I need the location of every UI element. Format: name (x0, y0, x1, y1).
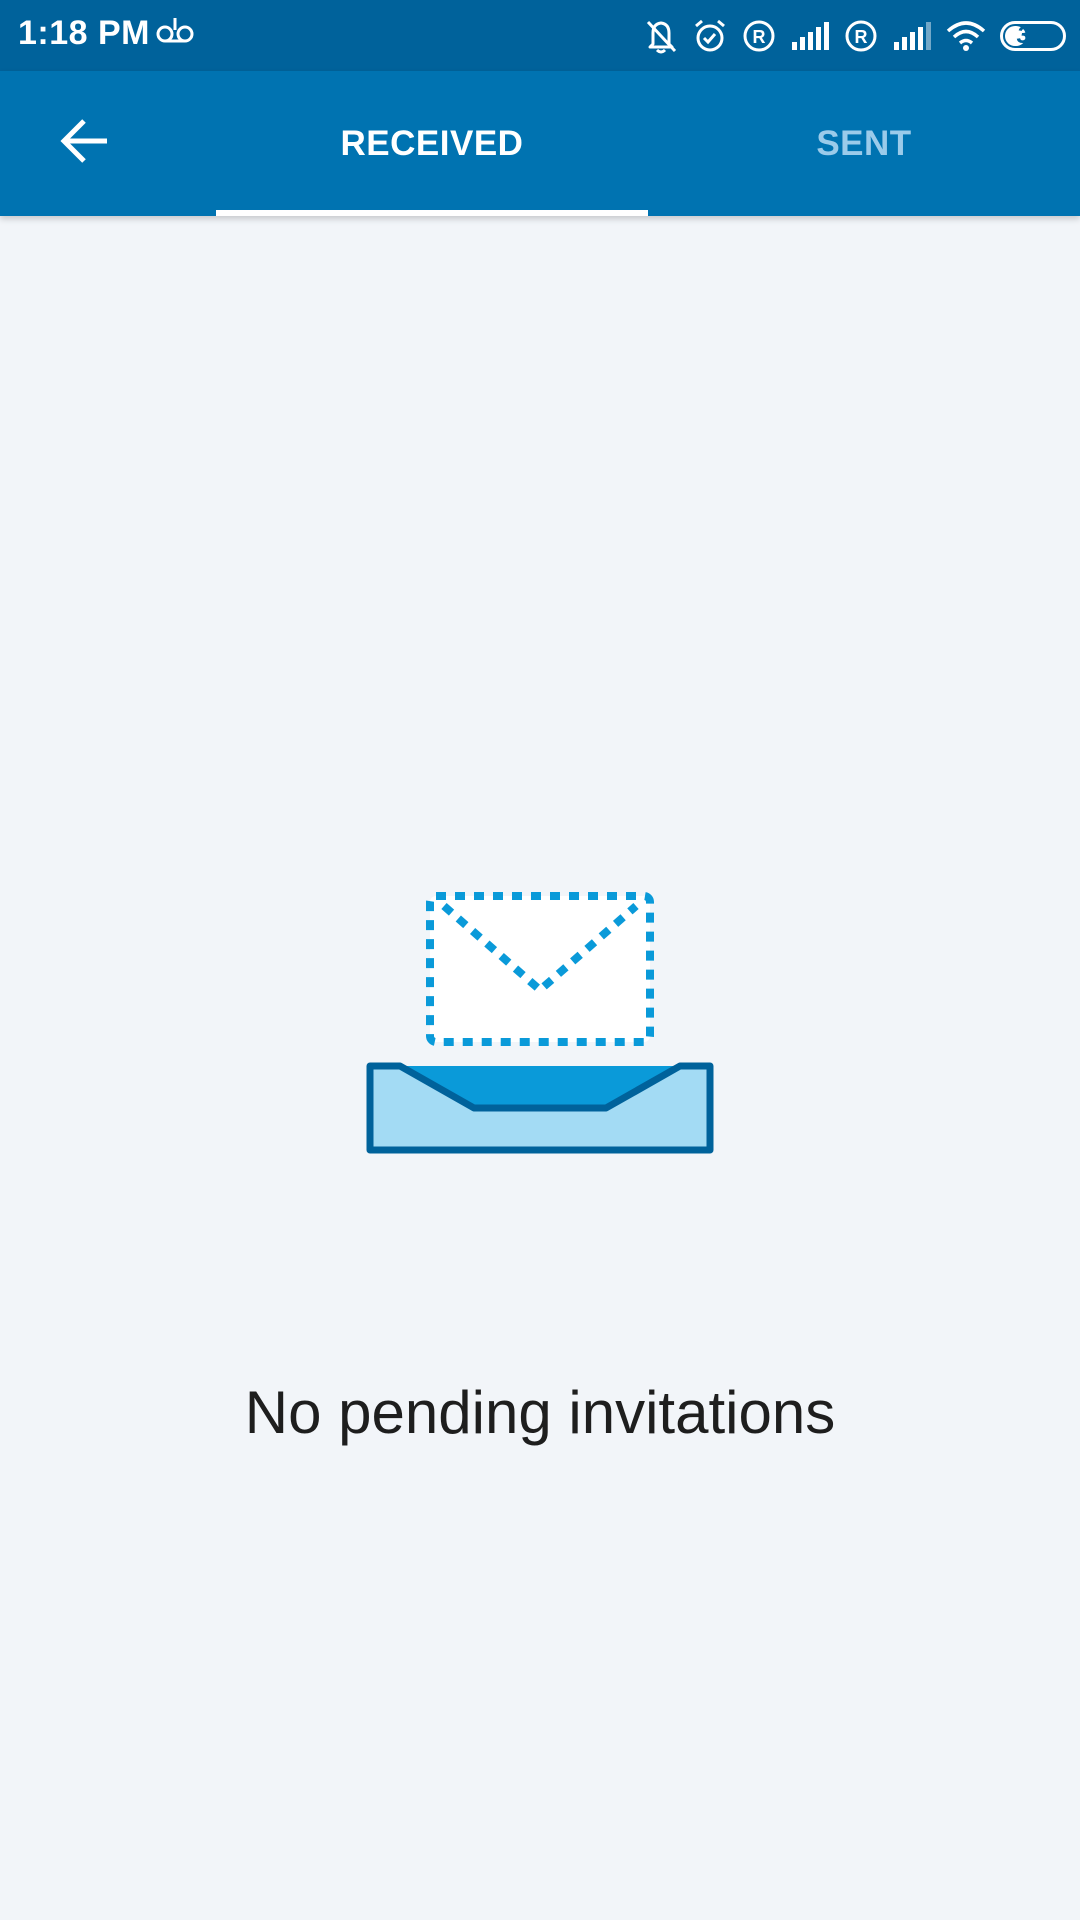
roaming-icon: R (742, 19, 776, 53)
voicemail-icon (156, 14, 196, 53)
tab-received[interactable]: RECEIVED (216, 71, 648, 216)
tab-sent[interactable]: SENT (648, 71, 1080, 216)
status-time: 1:18 PM (18, 14, 150, 52)
signal-icon (892, 20, 932, 52)
signal-icon (790, 20, 830, 52)
status-icons: R R 37 (644, 14, 1066, 58)
back-button[interactable] (40, 103, 130, 183)
arrow-left-icon (59, 117, 111, 170)
app-bar: RECEIVED SENT (0, 71, 1080, 216)
status-bar: 1:18 PM R R 37 (0, 0, 1080, 71)
tab-selected-indicator (216, 210, 648, 216)
svg-text:R: R (753, 27, 766, 47)
battery-icon: 37 (1000, 21, 1066, 51)
battery-level: 37 (1016, 22, 1044, 49)
bell-off-icon (644, 18, 678, 54)
roaming-icon: R (844, 19, 878, 53)
empty-state-message: No pending invitations (244, 1379, 836, 1446)
alarm-icon (692, 18, 728, 54)
wifi-icon (946, 20, 986, 52)
envelope-inbox-icon (364, 888, 716, 1163)
svg-text:R: R (855, 27, 868, 47)
